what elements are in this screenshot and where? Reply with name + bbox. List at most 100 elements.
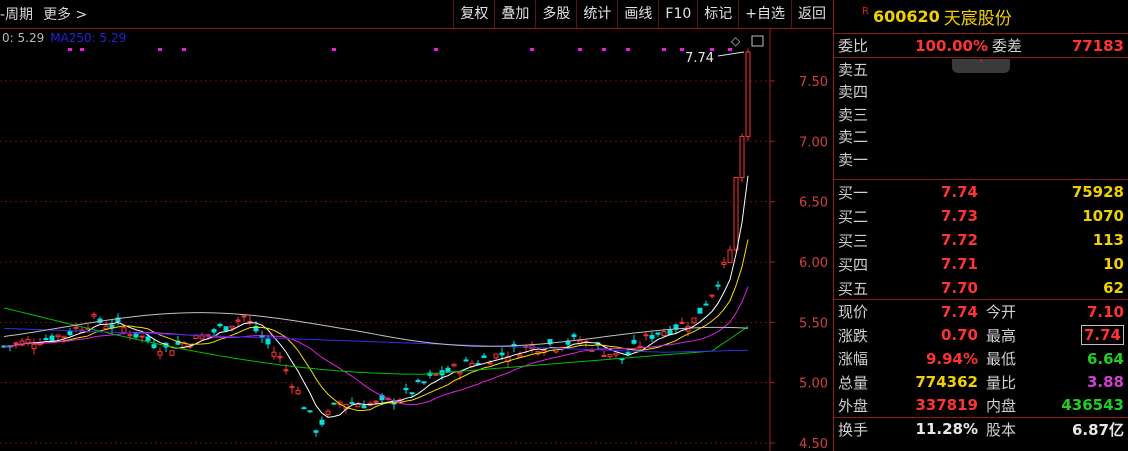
quote-value: 7.74	[940, 302, 978, 321]
signal-marker	[434, 48, 438, 51]
quote-label: 外盘	[838, 396, 869, 415]
sell-orders: ˇ 卖五 卖四 卖三 卖二 卖一	[834, 58, 1128, 180]
high-marker-label: 7.74	[685, 51, 714, 66]
quote-row: 换手 11.28% 股本 6.87亿	[834, 418, 1128, 442]
y-tick-label: 4.50	[799, 437, 828, 451]
candle-down	[697, 307, 703, 314]
quote-label: 总量	[838, 373, 869, 392]
quote-label: 最低	[986, 350, 1017, 369]
buy-price: 7.74	[940, 183, 978, 201]
candle-down	[445, 367, 451, 373]
sell-row: 卖二	[834, 126, 1128, 149]
quote-row: 总量 774362 量比 3.88	[834, 371, 1128, 395]
buy-label: 买四	[838, 255, 869, 274]
candle-up	[37, 343, 43, 346]
candle-down	[703, 303, 709, 306]
panel-toggle-icon	[751, 35, 764, 47]
signal-marker	[332, 48, 336, 51]
buy-price: 7.73	[940, 207, 978, 225]
quote-label: 股本	[986, 420, 1017, 439]
candle-up	[355, 403, 361, 408]
buy-row: 买二 7.73 1070	[834, 204, 1128, 228]
buy-volume: 75928	[1071, 183, 1124, 201]
quote-value: 774362	[915, 373, 978, 392]
candle-down	[49, 335, 55, 342]
candle-up	[733, 177, 739, 251]
candle-up	[31, 343, 37, 350]
candle-up	[601, 355, 607, 358]
candle-down	[211, 329, 217, 333]
candle-down	[499, 352, 505, 356]
candle-up	[283, 369, 289, 372]
quote-value: 6.87亿	[1071, 420, 1124, 439]
candle-down	[403, 388, 409, 391]
stock-name: 天宸股份	[943, 9, 1012, 29]
quote-row: 涨跌 0.70 最高 7.74	[834, 324, 1128, 348]
weicha-value: 77183	[1071, 36, 1124, 55]
candle-up	[433, 373, 439, 376]
quote-stats: 现价 7.74 今开 7.10 涨跌 0.70 最高 7.74 涨幅 9.94% 最低 6.64 …	[834, 300, 1128, 441]
candle-up	[127, 334, 133, 337]
buy-label: 买五	[838, 279, 869, 298]
quote-value: 9.94%	[925, 349, 978, 368]
candle-down	[319, 419, 325, 425]
candle-up	[457, 371, 463, 375]
buy-label: 买二	[838, 207, 869, 226]
candle-down	[67, 330, 73, 336]
quote-label: 涨跌	[838, 326, 869, 345]
candle-up	[169, 350, 175, 356]
signal-marker	[728, 48, 732, 51]
candle-up	[103, 325, 109, 330]
candle-down	[43, 337, 49, 340]
signal-marker	[662, 48, 666, 51]
high-marker-arrow	[717, 51, 745, 57]
candle-down	[631, 339, 637, 344]
candle-down	[217, 323, 223, 327]
candle-up	[721, 262, 727, 265]
sell-label: 卖一	[838, 150, 869, 169]
y-tick-label: 5.50	[799, 316, 828, 331]
buy-volume: 62	[1103, 279, 1124, 297]
sell-label: 卖二	[838, 128, 869, 147]
y-tick-label: 5.00	[799, 377, 828, 392]
signal-marker	[182, 48, 186, 51]
collapse-chevron-icon[interactable]: ˇ	[952, 59, 1010, 73]
candle-up	[727, 249, 733, 264]
candle-down	[145, 336, 151, 342]
buy-row: 买一 7.74 75928	[834, 180, 1128, 204]
ma5-line	[3, 175, 749, 418]
buy-row: 买三 7.72 113	[834, 228, 1128, 252]
buy-price: 7.72	[940, 231, 978, 249]
quote-label: 内盘	[986, 396, 1017, 415]
quote-value: 11.28%	[915, 420, 978, 439]
candle-up	[271, 351, 277, 357]
sell-row: 卖三	[834, 103, 1128, 126]
candle-down	[625, 352, 631, 356]
candle-up	[229, 325, 235, 329]
buy-price: 7.71	[940, 255, 978, 273]
candle-up	[55, 334, 61, 338]
weibi-value: 100.00%	[915, 36, 988, 55]
candle-down	[307, 410, 313, 413]
candle-up	[121, 327, 127, 333]
quote-row: 现价 7.74 今开 7.10	[834, 300, 1128, 324]
buy-volume: 113	[1092, 231, 1124, 249]
kline-chart[interactable]: 7.50 7.00 6.50 6.00 5.50 5.00 4.50 7.74 ◇	[0, 0, 832, 451]
candle-down	[361, 405, 367, 409]
stock-title: R 600620 天宸股份	[834, 0, 1128, 34]
y-tick-label: 7.00	[799, 135, 828, 150]
candle-down	[667, 329, 673, 335]
quote-value: 6.64	[1086, 349, 1124, 368]
candle-down	[421, 381, 427, 384]
candle-down	[301, 407, 307, 410]
signal-marker	[578, 48, 582, 51]
candle-down	[571, 334, 577, 337]
candle-up	[277, 356, 283, 359]
candle-up	[451, 363, 457, 367]
candle-down	[649, 335, 655, 339]
candle-up	[13, 342, 19, 345]
buy-orders: 买一 7.74 75928 买二 7.73 1070 买三 7.72 113 买四 7.71 1…	[834, 180, 1128, 300]
sell-row: 卖四	[834, 81, 1128, 104]
candle-up	[709, 294, 715, 297]
ma10-line	[3, 239, 749, 411]
